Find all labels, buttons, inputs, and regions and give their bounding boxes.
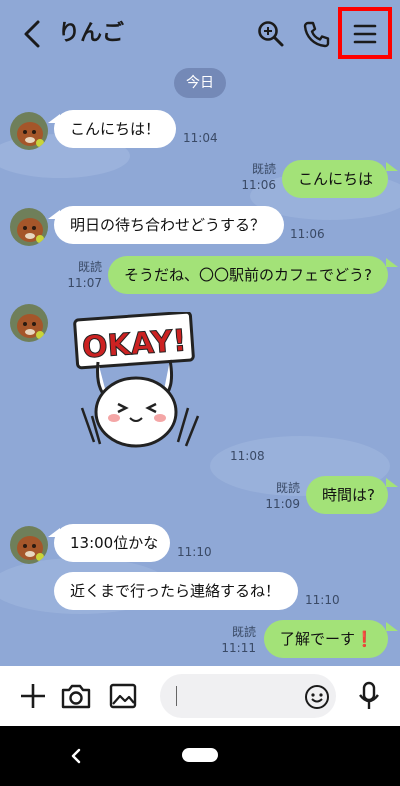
exclamation-emoji: ❗ (355, 630, 374, 648)
message-input[interactable] (160, 674, 336, 718)
system-navigation-bar (0, 726, 400, 786)
outgoing-message[interactable]: 時間は? (306, 476, 388, 514)
message-time: 11:04 (183, 131, 218, 145)
message-input-bar (0, 666, 400, 726)
date-divider: 今日 (174, 68, 226, 98)
chat-title: りんご (58, 21, 125, 46)
message-text: 了解でーす (280, 630, 356, 648)
message-time: 11:09 (265, 497, 300, 511)
sticker-text: OKAY! (81, 323, 188, 365)
read-receipt: 既読 (275, 481, 300, 495)
search-icon[interactable] (253, 16, 289, 52)
incoming-message[interactable]: 13:00位かな (54, 524, 170, 562)
smiley-icon[interactable] (304, 684, 330, 710)
avatar[interactable] (10, 526, 48, 564)
message-time: 11:10 (305, 593, 340, 607)
chat-header: りんご (0, 0, 400, 66)
text-cursor (176, 686, 177, 706)
image-icon[interactable] (106, 678, 140, 714)
message-time: 11:11 (221, 641, 256, 655)
incoming-message[interactable]: 明日の待ち合わせどうする？ (54, 206, 284, 244)
read-receipt: 既読 (251, 162, 276, 176)
outgoing-message[interactable]: こんにちは (282, 160, 388, 198)
outgoing-message[interactable]: 了解でーす❗ (264, 620, 388, 658)
bubble-tail (386, 478, 398, 487)
message-time: 11:10 (177, 545, 212, 559)
incoming-message[interactable]: 近くまで行ったら連絡するね！ (54, 572, 298, 610)
avatar[interactable] (10, 208, 48, 246)
message-time: 11:07 (67, 276, 102, 290)
back-arrow-icon[interactable] (20, 18, 46, 50)
camera-icon[interactable] (59, 678, 93, 714)
okay-sticker[interactable]: OKAY! (70, 312, 220, 462)
read-receipt: 既読 (77, 260, 102, 274)
bubble-tail (386, 622, 398, 631)
read-receipt: 既読 (231, 625, 256, 639)
system-back-icon[interactable] (66, 746, 86, 766)
avatar[interactable] (10, 304, 48, 342)
incoming-message[interactable]: こんにちは！ (54, 110, 176, 148)
system-home-pill[interactable] (182, 748, 218, 762)
avatar[interactable] (10, 112, 48, 150)
phone-icon[interactable] (299, 16, 335, 52)
message-time: 11:06 (241, 178, 276, 192)
plus-icon[interactable] (16, 678, 50, 714)
outgoing-message[interactable]: そうだね、〇〇駅前のカフェでどう? (108, 256, 388, 294)
bubble-tail (386, 162, 398, 171)
microphone-icon[interactable] (352, 678, 386, 714)
bubble-tail (386, 258, 398, 267)
menu-icon[interactable] (347, 16, 383, 52)
chat-screen: りんご 今日 こんにちは！ 11:04 既読 11:06 こんにちは 明日の待ち… (0, 0, 400, 786)
message-time: 11:08 (230, 449, 265, 463)
message-time: 11:06 (290, 227, 325, 241)
